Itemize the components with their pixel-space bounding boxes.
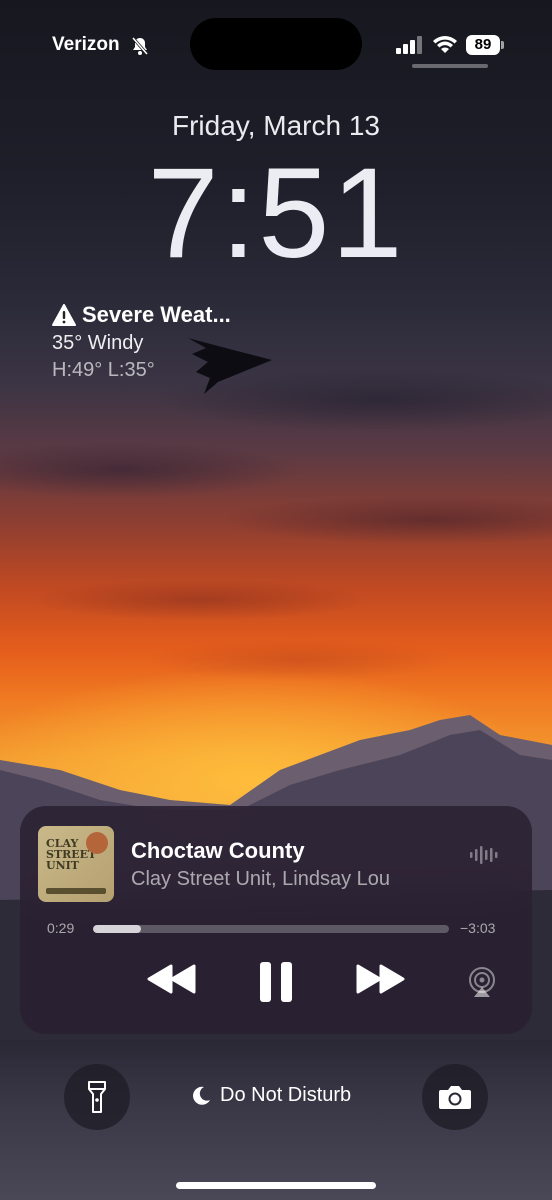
weather-alert: Severe Weat...	[52, 302, 231, 328]
moon-icon	[193, 1086, 210, 1105]
lock-time: 7:51	[147, 142, 405, 285]
rewind-icon[interactable]	[146, 962, 198, 996]
camera-icon	[439, 1086, 471, 1109]
remaining-time: −3:03	[460, 920, 496, 936]
album-footer	[46, 888, 106, 894]
dynamic-island	[190, 18, 362, 70]
warning-icon	[52, 304, 76, 326]
home-indicator[interactable]	[176, 1182, 376, 1189]
wifi-icon	[433, 36, 457, 53]
album-art[interactable]: CLAY STREET UNIT	[38, 826, 114, 902]
weather-alert-text: Severe Weat...	[82, 302, 231, 327]
flashlight-icon	[88, 1081, 106, 1113]
track-title: Choctaw County	[131, 838, 305, 863]
battery-tip	[501, 41, 504, 49]
track-artist: Clay Street Unit, Lindsay Lou	[131, 868, 391, 890]
airplay-icon[interactable]	[466, 966, 498, 998]
lock-date: Friday, March 13	[172, 110, 380, 141]
signal-icon	[396, 36, 422, 54]
elapsed-time: 0:29	[47, 920, 75, 936]
pause-icon[interactable]	[256, 960, 296, 1004]
playback-scrubber[interactable]	[93, 925, 449, 933]
playback-progress-fill	[93, 925, 142, 933]
fast-forward-icon[interactable]	[354, 962, 406, 996]
album-flower	[86, 832, 108, 854]
stealth-plane-silhouette	[188, 338, 272, 394]
flashlight-button[interactable]	[64, 1064, 130, 1130]
focus-mode-indicator[interactable]: Do Not Disturb	[190, 1084, 351, 1107]
camera-button[interactable]	[422, 1064, 488, 1130]
focus-mode-label: Do Not Disturb	[220, 1084, 352, 1106]
audio-waveform-icon	[470, 846, 498, 864]
top-indicator	[412, 64, 488, 68]
battery-icon: 89	[466, 35, 500, 55]
carrier-label: Verizon	[52, 34, 120, 55]
status-bar: Verizon 89	[0, 0, 552, 80]
now-playing-widget[interactable]: CLAY STREET UNIT Choctaw County Clay Str…	[20, 806, 532, 1034]
album-art-text: CLAY STREET UNIT	[46, 837, 97, 872]
bell-slash-icon	[131, 37, 149, 55]
